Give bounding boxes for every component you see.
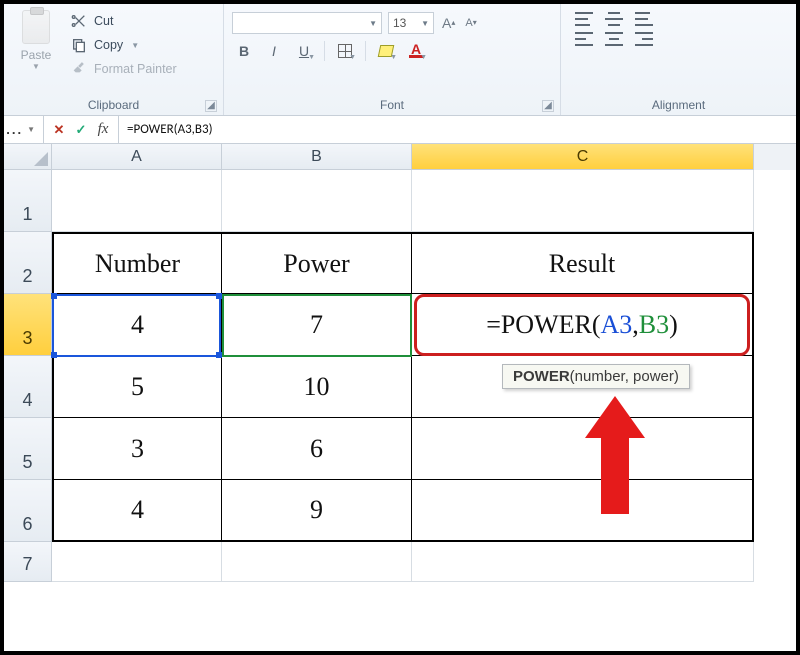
ribbon: Paste ▼ Cut Copy ▼ bbox=[4, 4, 796, 116]
align-left-icon[interactable] bbox=[575, 32, 593, 46]
clipboard-icon bbox=[22, 10, 50, 44]
cell-B6[interactable]: 9 bbox=[222, 480, 412, 542]
row-header-4[interactable]: 4 bbox=[4, 356, 52, 418]
paste-button[interactable]: Paste ▼ bbox=[12, 8, 60, 80]
grow-font-button[interactable]: A▴ bbox=[440, 15, 457, 31]
font-color-button[interactable]: A▼ bbox=[404, 40, 428, 62]
cell-B2[interactable]: Power bbox=[222, 232, 412, 294]
cell-C6[interactable] bbox=[412, 480, 754, 542]
format-painter-button[interactable]: Format Painter bbox=[66, 58, 181, 80]
shrink-font-button[interactable]: A▾ bbox=[463, 17, 478, 29]
cancel-formula-button[interactable]: ✕ bbox=[48, 116, 70, 143]
scissors-icon bbox=[70, 13, 88, 29]
format-painter-label: Format Painter bbox=[94, 62, 177, 76]
align-top-icon[interactable] bbox=[575, 12, 593, 26]
cell-A6[interactable]: 4 bbox=[52, 480, 222, 542]
cell-A5[interactable]: 3 bbox=[52, 418, 222, 480]
font-size-value: 13 bbox=[393, 16, 406, 30]
cell-C5[interactable] bbox=[412, 418, 754, 480]
formula-bar: ...▼ ✕ ✓ fx =POWER(A3,B3) bbox=[4, 116, 796, 144]
insert-function-button[interactable]: fx bbox=[92, 116, 114, 143]
copy-button[interactable]: Copy ▼ bbox=[66, 34, 181, 56]
align-bottom-icon[interactable] bbox=[635, 12, 653, 26]
underline-button[interactable]: U▼ bbox=[292, 40, 316, 62]
cell-A4[interactable]: 5 bbox=[52, 356, 222, 418]
column-header-B[interactable]: B bbox=[222, 144, 412, 170]
align-middle-icon[interactable] bbox=[605, 12, 623, 26]
row-header-2[interactable]: 2 bbox=[4, 232, 52, 294]
cut-label: Cut bbox=[94, 14, 113, 28]
italic-button[interactable]: I bbox=[262, 40, 286, 62]
dialog-launcher-icon[interactable]: ◢ bbox=[542, 100, 554, 112]
row-header-7[interactable]: 7 bbox=[4, 542, 52, 582]
paste-label: Paste bbox=[21, 48, 52, 62]
align-right-icon[interactable] bbox=[635, 32, 653, 46]
column-headers: A B C bbox=[52, 144, 796, 170]
row-header-6[interactable]: 6 bbox=[4, 480, 52, 542]
copy-icon bbox=[70, 37, 88, 53]
select-all-corner[interactable] bbox=[4, 144, 52, 170]
chevron-down-icon: ▼ bbox=[27, 125, 37, 134]
bold-button[interactable]: B bbox=[232, 40, 256, 62]
cell-B5[interactable]: 6 bbox=[222, 418, 412, 480]
group-label-clipboard: Clipboard ◢ bbox=[12, 98, 215, 114]
column-header-C[interactable]: C bbox=[412, 144, 754, 170]
fill-color-button[interactable]: ▼ bbox=[374, 40, 398, 62]
cell-C1[interactable] bbox=[412, 170, 754, 232]
chevron-down-icon: ▼ bbox=[369, 19, 377, 28]
dialog-launcher-icon[interactable]: ◢ bbox=[205, 100, 217, 112]
cell-C2[interactable]: Result bbox=[412, 232, 754, 294]
chevron-down-icon: ▼ bbox=[421, 19, 429, 28]
rows-container: 1 2 Number Power Result 3 4 7 4 5 10 5 bbox=[4, 170, 754, 582]
align-center-icon[interactable] bbox=[605, 32, 623, 46]
cell-A7[interactable] bbox=[52, 542, 222, 582]
group-alignment: Alignment bbox=[561, 4, 796, 115]
row-header-5[interactable]: 5 bbox=[4, 418, 52, 480]
group-clipboard: Paste ▼ Cut Copy ▼ bbox=[4, 4, 224, 115]
cell-C3[interactable] bbox=[412, 294, 754, 356]
group-font: ▼ 13 ▼ A▴ A▾ B I U▼ ▼ ▼ A▼ Font bbox=[224, 4, 561, 115]
font-size-combo[interactable]: 13 ▼ bbox=[388, 12, 434, 34]
spreadsheet-grid: A B C 1 2 Number Power Result 3 4 7 4 5 bbox=[4, 144, 796, 651]
cell-B7[interactable] bbox=[222, 542, 412, 582]
group-label-font: Font ◢ bbox=[232, 98, 552, 114]
column-header-A[interactable]: A bbox=[52, 144, 222, 170]
accept-formula-button[interactable]: ✓ bbox=[70, 116, 92, 143]
cell-A3[interactable]: 4 bbox=[52, 294, 222, 356]
group-label-alignment: Alignment bbox=[569, 98, 788, 114]
formula-input[interactable]: =POWER(A3,B3) bbox=[119, 116, 796, 143]
name-box[interactable]: ...▼ bbox=[4, 116, 44, 143]
borders-button[interactable]: ▼ bbox=[333, 40, 357, 62]
cell-A1[interactable] bbox=[52, 170, 222, 232]
cut-button[interactable]: Cut bbox=[66, 10, 181, 32]
cell-B4[interactable]: 10 bbox=[222, 356, 412, 418]
chevron-down-icon: ▼ bbox=[131, 41, 139, 50]
cell-C7[interactable] bbox=[412, 542, 754, 582]
font-name-combo[interactable]: ▼ bbox=[232, 12, 382, 34]
copy-label: Copy bbox=[94, 38, 123, 52]
chevron-down-icon: ▼ bbox=[32, 62, 40, 71]
cell-C4[interactable] bbox=[412, 356, 754, 418]
cell-A2[interactable]: Number bbox=[52, 232, 222, 294]
paintbrush-icon bbox=[70, 61, 88, 77]
row-header-1[interactable]: 1 bbox=[4, 170, 52, 232]
row-header-3[interactable]: 3 bbox=[4, 294, 52, 356]
cell-B3[interactable]: 7 bbox=[222, 294, 412, 356]
cell-B1[interactable] bbox=[222, 170, 412, 232]
